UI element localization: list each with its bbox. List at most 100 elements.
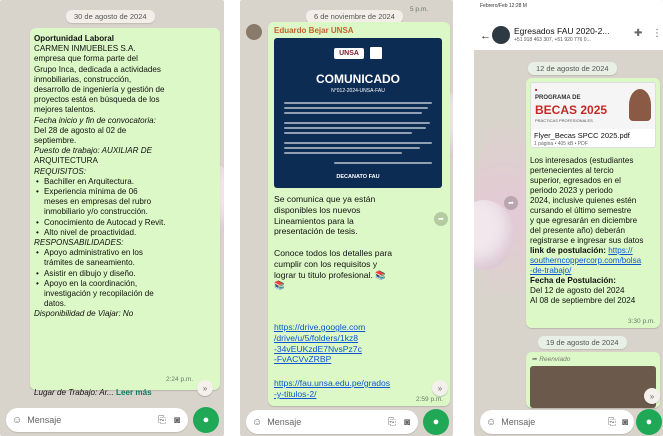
mic-button[interactable]: ● (193, 407, 219, 433)
becas-pdf-preview[interactable]: ■ PROGRAMA DE BECAS 2025 PRÁCTICAS PROFE… (530, 82, 656, 148)
camera-icon[interactable]: ◙ (404, 417, 410, 428)
message-placeholder: Mensaje (27, 415, 62, 425)
date-chip: 12 de agosto de 2024 (528, 62, 617, 75)
status-bar-time: Febrero/Feb 12:28 M (480, 3, 527, 9)
message-line: presentación de tesis. (274, 226, 358, 237)
fecha-end: Al 08 de septiembre del 2024 (530, 296, 636, 305)
drive-link-part[interactable]: -34vEUKzdE7NvsPz7c (274, 344, 448, 355)
fecha-start: Del 12 de agosto del 2024 (530, 286, 625, 295)
sender-avatar[interactable] (246, 24, 262, 40)
message-line: pertenecientes al tercio (530, 166, 614, 175)
forward-icon[interactable]: ➦ (434, 212, 448, 226)
message-line: proyectos está en búsqueda de los (34, 95, 160, 105)
message-input[interactable]: ☺ Mensaje ⎘ ◙ (6, 408, 188, 432)
forwarded-label: ➦ Reenviado (532, 355, 570, 363)
date-chip: 19 de agosto de 2024 (538, 336, 627, 349)
forward-icon[interactable]: ➦ (504, 196, 518, 210)
application-link-part[interactable]: -de-trabajo/ (530, 266, 660, 276)
group-members[interactable]: +51 918 463 307, +51 920 776 0... (514, 37, 591, 43)
thesis-message-text: Se comunica que ya están disponibles los … (274, 194, 448, 291)
file-name: Flyer_Becas SPCC 2025.pdf (534, 131, 630, 140)
becas-message-text: Los interesados (estudiantes pertenecient… (530, 156, 660, 246)
message-time: 2:59 p.m. (416, 396, 444, 403)
bullet-item: Bachiller en Arquitectura. (34, 177, 218, 187)
bullet-item: Experiencia mínima de 06 (34, 187, 218, 197)
bullet-item: Apoyo en la coordinación, (34, 279, 218, 289)
fau-link-part[interactable]: https://fau.unsa.edu.pe/grados (274, 378, 448, 389)
last-line-text: Lugar de Trabajo: Ar... (34, 388, 114, 397)
drive-link-part[interactable]: https://drive.google.com (274, 322, 448, 333)
message-line: cursando el último semestre (530, 206, 632, 215)
message-line: disponibles los nuevos (274, 204, 361, 215)
message-line: del presente año) deberán (530, 226, 625, 235)
emoji-icon[interactable]: ☺ (12, 415, 22, 426)
message-input[interactable]: ☺ Mensaje ⎘ ◙ (480, 410, 634, 434)
bullet-item: Apoyo administrativo en los (34, 248, 218, 258)
mic-button[interactable]: ● (423, 409, 449, 435)
message-line: lograr tu titulo profesional. 📚 (274, 269, 386, 280)
application-link-part[interactable]: https:// (608, 246, 632, 255)
attach-icon[interactable]: ⎘ (158, 415, 166, 426)
scroll-down-button[interactable]: » (432, 380, 448, 396)
message-line: cumplir con los requisitos y (274, 258, 378, 269)
message-line: Grupo Inca, dedicada a actividades (34, 64, 161, 74)
message-line: desarrollo de ingeniería y gestión de (34, 85, 165, 95)
drive-link[interactable]: https://drive.google.com/drive/u/5/folde… (274, 322, 448, 365)
message-line: CARMEN INMUEBLES S.A. (34, 44, 136, 54)
message-line: Del 28 de agosto al 02 de (34, 125, 127, 135)
back-arrow-icon[interactable]: ← (480, 30, 491, 42)
scroll-down-button[interactable]: » (644, 388, 660, 404)
message-line: empresa que forma parte del (34, 54, 138, 64)
message-line: meses en empresas del rubro (44, 197, 152, 207)
message-line: mejores talentos. (34, 105, 96, 115)
message-input[interactable]: ☺ Mensaje ⎘ ◙ (246, 410, 418, 434)
message-line: datos. (44, 299, 67, 309)
flyer-subtitle: PRÁCTICAS PROFESIONALES (535, 118, 593, 123)
drive-link-part[interactable]: -FvACVvZRBP (274, 354, 448, 365)
message-line: Se comunica que ya están (274, 194, 376, 204)
mic-button[interactable]: ● (636, 409, 662, 435)
message-line (274, 237, 448, 248)
application-link-block: link de postulación: https:// southernco… (530, 246, 660, 306)
emoji-icon[interactable]: ☺ (486, 417, 496, 428)
unsa-logo: UNSA (334, 47, 364, 59)
drive-link-part[interactable]: /drive/u/5/folders/1kz8 (274, 333, 448, 344)
logo-row: UNSA (274, 46, 442, 60)
person-photo (629, 89, 651, 121)
camera-icon[interactable]: ◙ (622, 417, 628, 428)
menu-icon[interactable]: ⋮ (652, 28, 662, 39)
doc-title: COMUNICADO (316, 72, 400, 86)
group-avatar[interactable] (492, 26, 510, 44)
screenshot-collage: 30 de agosto de 2024 Oportunidad Laboral… (0, 0, 663, 436)
link-label: link de postulación: (530, 246, 609, 255)
scroll-down-button[interactable]: » (197, 380, 213, 396)
file-meta: 1 página • 405 kB • PDF (534, 141, 588, 147)
bullet-item: Alto nivel de proactividad. (34, 228, 218, 238)
message-line: 2024, inclusive quienes estén (530, 196, 637, 205)
message-line: superior, egresados en el (530, 176, 621, 185)
application-link-part[interactable]: southerncoppercorp.com/bolsa (530, 256, 660, 266)
camera-icon[interactable]: ◙ (174, 415, 180, 426)
attach-icon[interactable]: ⎘ (388, 417, 396, 428)
sender-name[interactable]: Eduardo Bejar UNSA (274, 26, 354, 35)
emoji-icon[interactable]: ☺ (252, 417, 262, 428)
attach-icon[interactable]: ⎘ (608, 417, 616, 428)
message-line: Conoce todos los detalles para (274, 247, 393, 258)
message-line: y que egresarán en diciembre (530, 216, 638, 225)
company-logo: ■ (535, 87, 538, 92)
read-more-link[interactable]: Leer más (116, 388, 152, 397)
add-call-icon[interactable]: ✚ (634, 28, 642, 39)
forwarded-video-thumbnail[interactable] (530, 366, 656, 408)
chat-panel-thesis: 6 de noviembre de 2024 5 p.m. Eduardo Be… (240, 0, 453, 436)
chat-panel-job-offer: 30 de agosto de 2024 Oportunidad Laboral… (0, 0, 224, 436)
message-line: Lineamientos para la (274, 215, 354, 226)
message-line: Puesto de trabajo: AUXILIAR DE (34, 146, 153, 156)
bullet-item: Conocimiento de Autocad y Revit. (34, 218, 218, 228)
message-line: Oportunidad Laboral (34, 34, 115, 43)
message-line: investigación y recopilación de (44, 289, 154, 299)
group-name[interactable]: Egresados FAU 2020-2... (514, 26, 609, 36)
message-line: Los interesados (estudiantes (530, 156, 634, 165)
message-line: periodo 2023 y periodo (530, 186, 613, 195)
comunicado-image[interactable]: UNSA COMUNICADO N°012-2024-UNSA-FAU DECA… (274, 38, 442, 188)
message-line: REQUISITOS: (34, 166, 87, 176)
